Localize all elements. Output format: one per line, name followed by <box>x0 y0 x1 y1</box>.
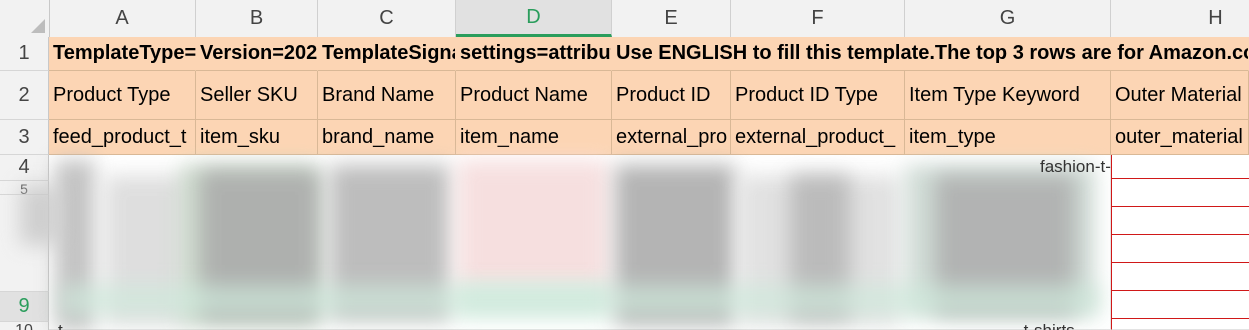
error-line <box>1111 178 1249 179</box>
row-header-9[interactable]: 9 <box>0 292 49 322</box>
spreadsheet: A B C D E F G H 1 2 3 4 5 9 10 TemplateT… <box>0 0 1249 330</box>
column-header-b[interactable]: B <box>196 0 318 37</box>
error-line <box>1111 290 1249 291</box>
cell-b1[interactable]: Version=2022 <box>196 37 318 71</box>
row-header-10[interactable]: 10 <box>0 322 49 330</box>
select-all-icon <box>31 19 45 33</box>
row-header-4[interactable]: 4 <box>0 155 49 181</box>
column-header-e[interactable]: E <box>612 0 731 37</box>
cell-g3[interactable]: item_type <box>905 120 1111 155</box>
column-header-d[interactable]: D <box>456 0 612 37</box>
cell-a2[interactable]: Product Type <box>49 71 196 120</box>
cell-c2[interactable]: Brand Name <box>318 71 456 120</box>
cell-g2[interactable]: Item Type Keyword <box>905 71 1111 120</box>
blurred-selection-row <box>60 285 1100 315</box>
cell-b2[interactable]: Seller SKU <box>196 71 318 120</box>
cell-g10-fragment: -t-shirts <box>1018 321 1075 330</box>
row-header-1[interactable]: 1 <box>0 37 49 71</box>
cell-c1[interactable]: TemplateSigna <box>318 37 456 71</box>
cell-c3[interactable]: brand_name <box>318 120 456 155</box>
column-header-c[interactable]: C <box>318 0 456 37</box>
error-line <box>1111 206 1249 207</box>
cell-h2[interactable]: Outer Material <box>1111 71 1249 120</box>
cell-a3[interactable]: feed_product_t <box>49 120 196 155</box>
error-line <box>1111 262 1249 263</box>
cell-a1[interactable]: TemplateType= <box>49 37 196 71</box>
column-h-data[interactable] <box>1111 155 1249 330</box>
column-header-f[interactable]: F <box>731 0 905 37</box>
column-header-a[interactable]: A <box>49 0 196 37</box>
select-all-corner[interactable] <box>0 0 50 37</box>
cell-d2[interactable]: Product Name <box>456 71 612 120</box>
column-header-h[interactable]: H <box>1111 0 1249 37</box>
cell-h3[interactable]: outer_material <box>1111 120 1249 155</box>
cell-e2[interactable]: Product ID <box>612 71 731 120</box>
row-header-3[interactable]: 3 <box>0 120 49 155</box>
cell-d3[interactable]: item_name <box>456 120 612 155</box>
error-line <box>1111 234 1249 235</box>
blurred-region-d <box>458 160 608 290</box>
column-header-g[interactable]: G <box>905 0 1111 37</box>
cell-f2[interactable]: Product ID Type <box>731 71 905 120</box>
row-header-2[interactable]: 2 <box>0 71 49 120</box>
cell-b3[interactable]: item_sku <box>196 120 318 155</box>
cell-d1[interactable]: settings=attribut <box>456 37 612 71</box>
cell-e1[interactable]: Use ENGLISH to fill this template.The to… <box>612 37 1249 71</box>
blurred-region-edge <box>20 185 60 245</box>
cell-e3[interactable]: external_pro <box>612 120 731 155</box>
cell-f3[interactable]: external_product_ <box>731 120 905 155</box>
error-line <box>1111 318 1249 319</box>
cell-a10-fragment: t <box>58 321 63 330</box>
